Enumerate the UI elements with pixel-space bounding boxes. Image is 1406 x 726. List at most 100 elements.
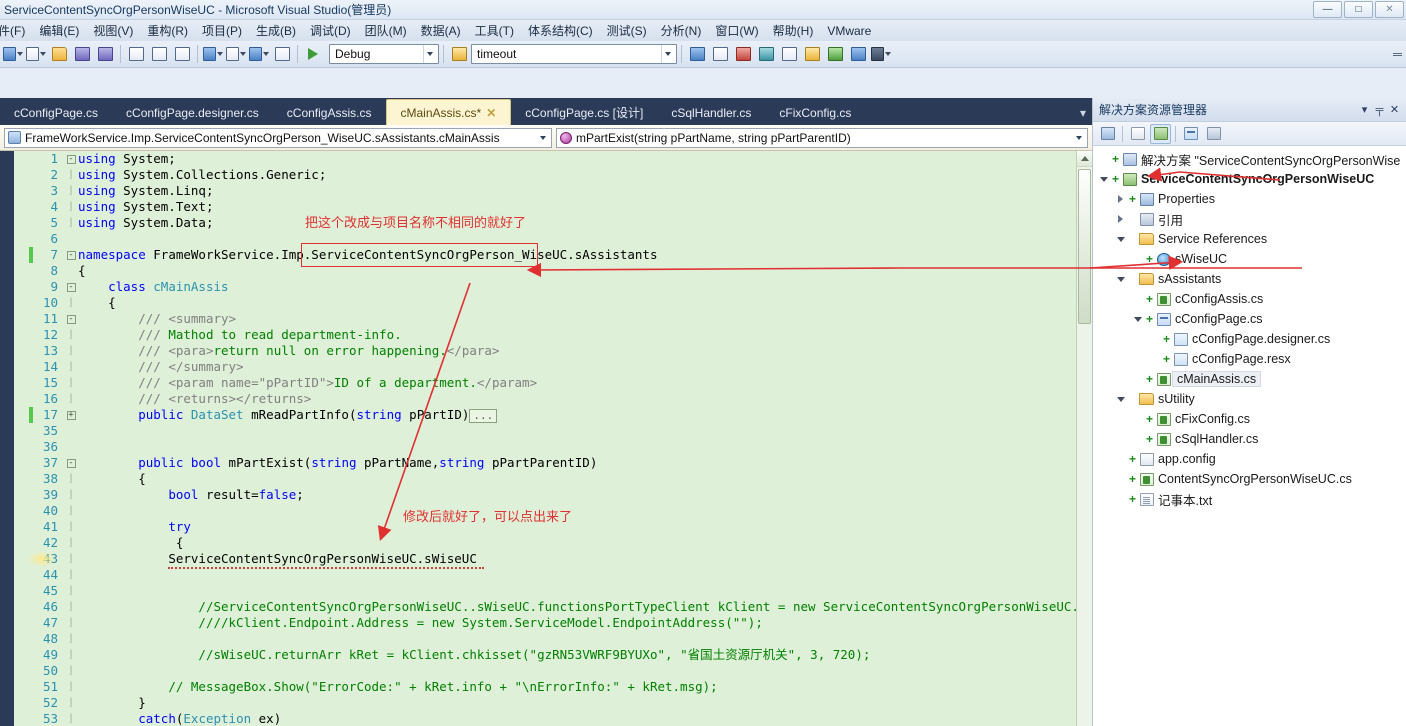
scroll-up-button[interactable] bbox=[1077, 151, 1092, 167]
code-line[interactable]: 39 | bool result=false; bbox=[28, 487, 1076, 503]
menu-item[interactable]: 窗口(W) bbox=[708, 20, 765, 41]
auto-hide-pin-button[interactable]: ╤ bbox=[1372, 104, 1387, 116]
paste-button[interactable] bbox=[171, 43, 193, 65]
editor-vertical-scrollbar[interactable] bbox=[1076, 151, 1092, 726]
code-line[interactable]: 36 bbox=[28, 439, 1076, 455]
menu-item[interactable]: 体系结构(C) bbox=[521, 20, 600, 41]
properties-button[interactable] bbox=[1097, 124, 1118, 144]
code-line[interactable]: 45 | bbox=[28, 583, 1076, 599]
tree-node[interactable]: Service References bbox=[1093, 229, 1406, 249]
navigate-forward-button[interactable] bbox=[271, 43, 293, 65]
menu-item[interactable]: 团队(M) bbox=[358, 20, 414, 41]
class-view-button[interactable] bbox=[847, 43, 869, 65]
error-list-button[interactable] bbox=[778, 43, 800, 65]
open-file-button[interactable] bbox=[48, 43, 70, 65]
code-line[interactable]: 46 | //ServiceContentSyncOrgPersonWiseUC.… bbox=[28, 599, 1092, 615]
code-line[interactable]: 40 | bbox=[28, 503, 1076, 519]
find-scope-button[interactable] bbox=[448, 43, 470, 65]
document-tab[interactable]: cConfigPage.cs [设计] bbox=[511, 100, 657, 125]
menu-item[interactable]: 分析(N) bbox=[654, 20, 709, 41]
document-tab[interactable]: cConfigPage.designer.cs bbox=[112, 100, 273, 125]
toolbar-overflow-button[interactable] bbox=[1393, 52, 1402, 56]
menu-item[interactable]: 调试(D) bbox=[303, 20, 358, 41]
code-editor[interactable]: 1- using System; 2 | using System.Collection… bbox=[0, 151, 1092, 726]
toolbox-button[interactable] bbox=[732, 43, 754, 65]
code-line[interactable]: 51 | // MessageBox.Show("ErrorCode:" + kR… bbox=[28, 679, 1076, 695]
close-panel-button[interactable]: ✕ bbox=[1387, 103, 1402, 116]
menu-item[interactable]: 件(F) bbox=[0, 20, 32, 41]
code-line[interactable]: 37- public bool mPartExist(string pPartN… bbox=[28, 455, 1076, 471]
scrollbar-thumb[interactable] bbox=[1078, 169, 1091, 324]
tree-node[interactable]: + cFixConfig.cs bbox=[1093, 409, 1406, 429]
type-selector-combo[interactable]: FrameWorkService.Imp.ServiceContentSyncO… bbox=[4, 127, 552, 148]
tree-node[interactable]: + sWiseUC bbox=[1093, 249, 1406, 269]
show-all-files-button[interactable] bbox=[1127, 124, 1148, 144]
code-line[interactable]: 49 | //sWiseUC.returnArr kRet = kClient.c… bbox=[28, 647, 1076, 663]
document-tab[interactable]: cConfigPage.cs bbox=[0, 100, 112, 125]
code-line[interactable]: 3 | using System.Linq; bbox=[28, 183, 1076, 199]
code-line[interactable]: 7- namespace FrameWorkService.Imp.Service… bbox=[28, 247, 1076, 263]
member-selector-combo[interactable]: mPartExist(string pPartName, string pPar… bbox=[556, 127, 1088, 148]
tools-button[interactable] bbox=[801, 43, 823, 65]
code-line[interactable]: 41 | try bbox=[28, 519, 1076, 535]
code-line[interactable]: 47 | ////kClient.Endpoint.Address = new S… bbox=[28, 615, 1076, 631]
new-project-button[interactable] bbox=[2, 43, 24, 65]
menu-item[interactable]: 帮助(H) bbox=[766, 20, 821, 41]
menu-item[interactable]: 生成(B) bbox=[249, 20, 303, 41]
code-line[interactable]: 50 | bbox=[28, 663, 1076, 679]
tree-node[interactable]: + app.config bbox=[1093, 449, 1406, 469]
chevron-down-icon[interactable] bbox=[536, 135, 550, 140]
document-tab[interactable]: cMainAssis.cs* ✕ bbox=[385, 99, 512, 125]
tree-node[interactable]: + Properties bbox=[1093, 189, 1406, 209]
fold-marker[interactable]: - bbox=[64, 279, 78, 295]
chevron-down-icon[interactable] bbox=[423, 45, 436, 63]
chevron-down-icon[interactable] bbox=[661, 45, 674, 63]
code-line[interactable]: 6 bbox=[28, 231, 1076, 247]
properties-window-button[interactable] bbox=[709, 43, 731, 65]
document-tab[interactable]: cFixConfig.cs bbox=[765, 100, 865, 125]
menu-item[interactable]: 工具(T) bbox=[468, 20, 521, 41]
menu-item[interactable]: 重构(R) bbox=[140, 20, 195, 41]
tree-node[interactable]: + ContentSyncOrgPersonWiseUC.cs bbox=[1093, 469, 1406, 489]
collapse-arrow-icon[interactable] bbox=[1097, 176, 1110, 182]
object-browser-button[interactable] bbox=[755, 43, 777, 65]
new-item-button[interactable] bbox=[25, 43, 47, 65]
tree-node[interactable]: + cConfigAssis.cs bbox=[1093, 289, 1406, 309]
collapse-arrow-icon[interactable] bbox=[1114, 276, 1127, 282]
start-debug-button[interactable] bbox=[302, 43, 324, 65]
fold-marker[interactable]: + bbox=[64, 407, 78, 423]
solution-configuration-combo[interactable]: Debug bbox=[329, 44, 439, 64]
tree-node[interactable]: sAssistants bbox=[1093, 269, 1406, 289]
minimize-button[interactable]: — bbox=[1313, 1, 1342, 18]
tree-node[interactable]: + cMainAssis.cs bbox=[1093, 369, 1406, 389]
code-line[interactable]: 42 | { bbox=[28, 535, 1076, 551]
close-icon[interactable]: ✕ bbox=[486, 107, 496, 119]
view-code-button[interactable] bbox=[1180, 124, 1201, 144]
undo-button[interactable] bbox=[202, 43, 224, 65]
fold-marker[interactable]: - bbox=[64, 455, 78, 471]
panel-dropdown-button[interactable]: ▾ bbox=[1357, 103, 1372, 116]
tree-node[interactable]: sUtility bbox=[1093, 389, 1406, 409]
fold-marker[interactable]: - bbox=[64, 151, 78, 167]
code-line[interactable]: 12 | /// Mathod to read department-info. bbox=[28, 327, 1076, 343]
step-into-button[interactable] bbox=[824, 43, 846, 65]
code-line[interactable]: 11- /// <summary> bbox=[28, 311, 1076, 327]
menu-item[interactable]: 编辑(E) bbox=[32, 20, 86, 41]
code-line[interactable]: 14 | /// </summary> bbox=[28, 359, 1076, 375]
find-input[interactable]: timeout bbox=[471, 44, 677, 64]
close-button[interactable]: ✕ bbox=[1375, 1, 1404, 18]
fold-marker[interactable]: - bbox=[64, 311, 78, 327]
collapse-arrow-icon[interactable] bbox=[1114, 236, 1127, 242]
redo-button[interactable] bbox=[225, 43, 247, 65]
code-line[interactable]: 43| ServiceContentSyncOrgPersonWiseUC.sW… bbox=[28, 551, 1076, 569]
menu-item[interactable]: 数据(A) bbox=[414, 20, 468, 41]
collapse-arrow-icon[interactable] bbox=[1114, 396, 1127, 402]
code-line[interactable]: 10 | { bbox=[28, 295, 1076, 311]
tree-node[interactable]: + ServiceContentSyncOrgPersonWiseUC bbox=[1093, 169, 1406, 189]
tree-node[interactable]: + cConfigPage.designer.cs bbox=[1093, 329, 1406, 349]
menu-item[interactable]: 视图(V) bbox=[86, 20, 140, 41]
tree-node[interactable]: + cSqlHandler.cs bbox=[1093, 429, 1406, 449]
code-line[interactable]: 4 | using System.Text; bbox=[28, 199, 1076, 215]
cut-button[interactable] bbox=[125, 43, 147, 65]
expand-arrow-icon[interactable] bbox=[1114, 215, 1127, 223]
